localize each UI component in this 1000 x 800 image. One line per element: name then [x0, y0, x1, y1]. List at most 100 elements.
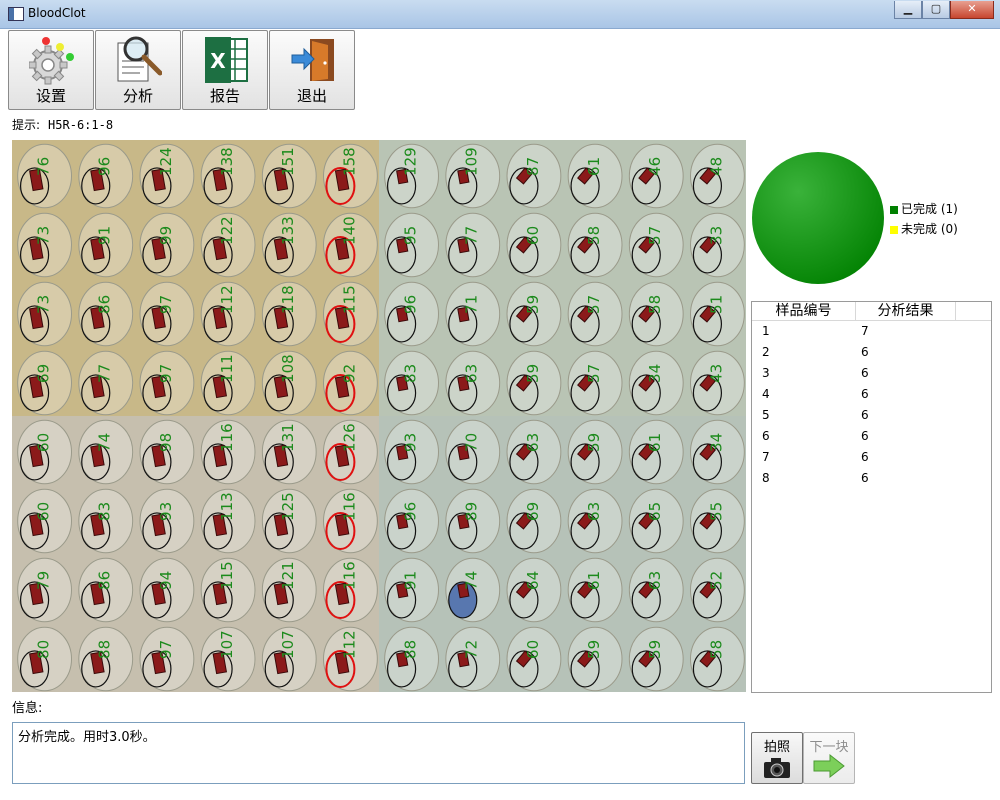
window-title: BloodClot [28, 6, 86, 20]
well-value: 69 [35, 364, 53, 383]
well-value: 61 [585, 571, 603, 590]
well-value: 113 [218, 492, 236, 521]
next-plate-button[interactable]: 下一块 [803, 732, 855, 784]
well-value: 43 [707, 364, 725, 383]
close-button[interactable]: ✕ [950, 1, 994, 19]
well: 87 [506, 143, 562, 209]
well: 88 [78, 626, 134, 692]
table-row[interactable]: 66 [752, 426, 991, 447]
legend-item-pending: 未完成 (0) [890, 219, 958, 239]
well-value: 57 [585, 364, 603, 383]
exit-button[interactable]: 退出 [269, 30, 355, 110]
well: 99 [139, 212, 195, 278]
well-value: 48 [707, 157, 725, 176]
well-value: 64 [524, 571, 542, 590]
cell-sample-id: 6 [762, 429, 770, 443]
table-row[interactable]: 17 [752, 321, 991, 342]
analyze-label: 分析 [122, 87, 153, 105]
settings-label: 设置 [35, 87, 66, 105]
table-row[interactable]: 86 [752, 468, 991, 489]
well: 86 [78, 557, 134, 623]
column-result[interactable]: 分析结果 [856, 302, 956, 320]
legend-swatch-pending [890, 225, 898, 234]
column-sample-id[interactable]: 样品编号 [752, 302, 856, 320]
well-value: 91 [402, 571, 420, 590]
well-value: 133 [279, 216, 297, 245]
well: 107 [200, 626, 256, 692]
well-value: 34 [646, 364, 664, 383]
settings-button[interactable]: 设置 [8, 30, 94, 110]
well: 69 [506, 488, 562, 554]
well: 83 [384, 350, 439, 416]
well-value: 116 [340, 561, 358, 590]
results-table[interactable]: 样品编号 分析结果 1726364656667686 [751, 301, 992, 693]
exit-label: 退出 [296, 87, 327, 105]
well-value: 55 [707, 502, 725, 521]
app-icon [8, 7, 24, 21]
well-value: 59 [646, 640, 664, 659]
plate-wells: 76 96 124 138 151 158 73 91 99 122 133 140 73 86 97 112… [12, 140, 746, 692]
excel-icon: X [205, 37, 248, 83]
well: 151 [261, 143, 317, 209]
photo-button[interactable]: 拍照 [751, 732, 803, 784]
well-value: 69 [524, 502, 542, 521]
well: 74 [78, 419, 134, 485]
table-row[interactable]: 36 [752, 363, 991, 384]
legend-label-pending: 未完成 (0) [901, 222, 958, 236]
well-value: 151 [279, 147, 297, 176]
well: 97 [139, 626, 195, 692]
well-value: 99 [157, 226, 175, 245]
table-row[interactable]: 76 [752, 447, 991, 468]
well-value: 57 [585, 295, 603, 314]
table-row[interactable]: 26 [752, 342, 991, 363]
cell-result: 6 [861, 408, 869, 422]
well: 122 [200, 212, 256, 278]
well: 59 [567, 419, 623, 485]
well: 97 [139, 350, 195, 416]
hint-line: 提示: H5R-6:1-8 [12, 116, 113, 133]
well-value: 71 [463, 295, 481, 314]
well: 131 [261, 419, 317, 485]
minimize-button[interactable]: ▁ [894, 1, 922, 19]
well-value: 34 [707, 433, 725, 452]
cell-result: 6 [861, 450, 869, 464]
well: 55 [690, 488, 745, 554]
well: 116 [200, 419, 256, 485]
well-value: 77 [463, 226, 481, 245]
well: 93 [384, 419, 439, 485]
well: 93 [139, 488, 195, 554]
well: 86 [78, 281, 134, 347]
well-value: 94 [157, 571, 175, 590]
well-value: 74 [463, 571, 481, 590]
well-value: 60 [524, 226, 542, 245]
well-value: 33 [707, 226, 725, 245]
pie-svg [752, 152, 884, 284]
info-textbox[interactable]: 分析完成。用时3.0秒。 [12, 722, 745, 784]
well-value: 112 [218, 285, 236, 314]
well: 60 [506, 626, 562, 692]
window-controls: ▁ ▢ ✕ [894, 1, 994, 19]
well-value: 121 [279, 561, 297, 590]
well: 60 [506, 212, 562, 278]
well: 69 [17, 350, 72, 416]
cell-result: 6 [861, 345, 869, 359]
well-value: 79 [35, 571, 53, 590]
well-value: 88 [96, 640, 114, 659]
well: 96 [78, 143, 134, 209]
well-value: 73 [35, 295, 53, 314]
well-value: 115 [340, 285, 358, 314]
well: 61 [567, 143, 623, 209]
maximize-button[interactable]: ▢ [922, 1, 950, 19]
well-value: 97 [157, 640, 175, 659]
well-value: 59 [585, 433, 603, 452]
camera-icon [764, 758, 790, 778]
table-row[interactable]: 56 [752, 405, 991, 426]
cell-result: 7 [861, 324, 869, 338]
well: 74 [445, 557, 501, 623]
analyze-button[interactable]: 分析 [95, 30, 181, 110]
well: 133 [261, 212, 317, 278]
report-button[interactable]: X 报告 [182, 30, 268, 110]
well: 115 [200, 557, 256, 623]
well-value: 131 [279, 423, 297, 452]
table-row[interactable]: 46 [752, 384, 991, 405]
